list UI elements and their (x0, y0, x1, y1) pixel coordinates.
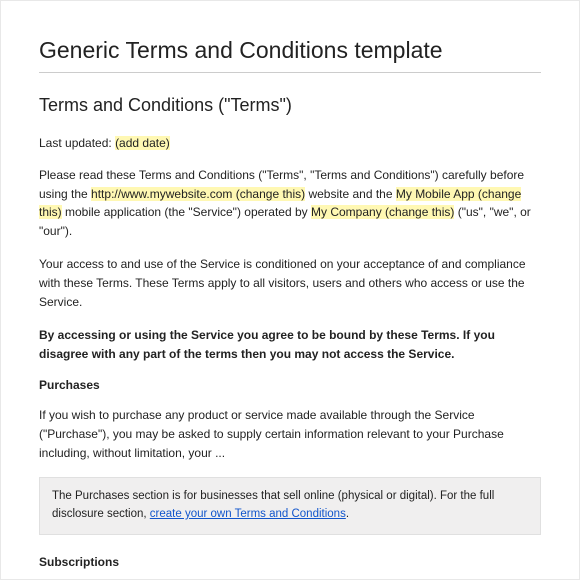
intro-paragraph: Please read these Terms and Conditions (… (39, 166, 541, 240)
last-updated-label: Last updated: (39, 136, 115, 150)
website-placeholder: http://www.mywebsite.com (change this) (91, 187, 305, 201)
purchases-heading: Purchases (39, 378, 541, 392)
access-paragraph: Your access to and use of the Service is… (39, 255, 541, 311)
title-divider (39, 72, 541, 73)
terms-header: Terms and Conditions ("Terms") (39, 95, 541, 116)
company-placeholder: My Company (change this) (311, 205, 454, 219)
document-page: Generic Terms and Conditions template Te… (0, 0, 580, 580)
purchases-infobox: The Purchases section is for businesses … (39, 477, 541, 535)
intro-text-2: website and the (305, 187, 396, 201)
infobox-text-b: . (346, 508, 349, 520)
create-terms-link[interactable]: create your own Terms and Conditions (150, 508, 346, 520)
last-updated-value: (add date) (115, 136, 170, 150)
document-title: Generic Terms and Conditions template (39, 37, 541, 64)
subscriptions-heading: Subscriptions (39, 555, 541, 569)
last-updated-line: Last updated: (add date) (39, 136, 541, 150)
purchases-body: If you wish to purchase any product or s… (39, 406, 541, 462)
agreement-paragraph: By accessing or using the Service you ag… (39, 326, 541, 363)
intro-text-3: mobile application (the "Service") opera… (62, 205, 311, 219)
